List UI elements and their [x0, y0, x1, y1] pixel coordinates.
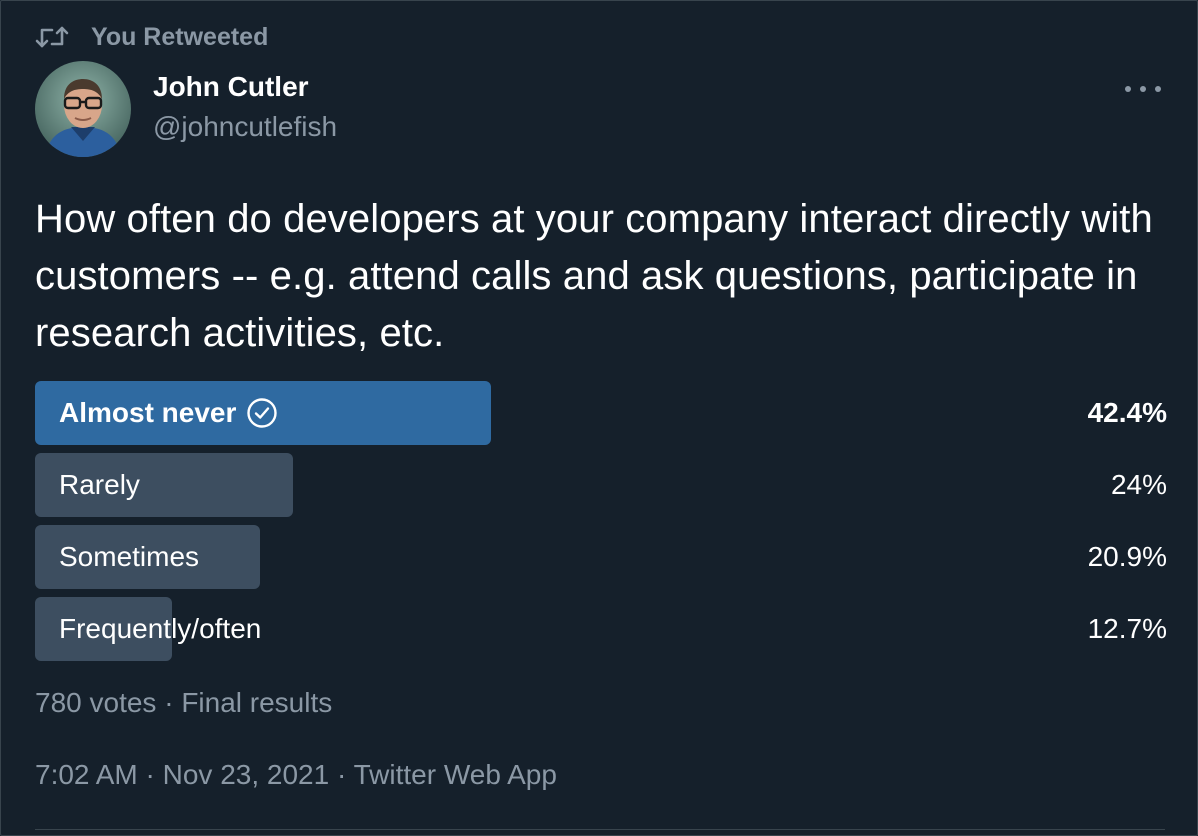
- poll-option-label: Rarely: [59, 469, 140, 500]
- poll-option: Frequently/often 12.7%: [35, 597, 1167, 661]
- poll-option-percent: 12.7%: [1087, 613, 1167, 644]
- poll-option-percent: 20.9%: [1087, 541, 1167, 572]
- more-horizontal-icon: [1125, 86, 1131, 92]
- separator: ·: [336, 759, 347, 790]
- author-info[interactable]: John Cutler @johncutlefish: [153, 67, 337, 147]
- tweet-date-link[interactable]: Nov 23, 2021: [163, 759, 330, 790]
- check-circle-icon: [246, 397, 278, 429]
- author-name[interactable]: John Cutler: [153, 67, 337, 107]
- poll-option: Sometimes 20.9%: [35, 525, 1167, 589]
- avatar[interactable]: [35, 61, 131, 157]
- more-options-button[interactable]: [1125, 79, 1161, 99]
- poll-option-label: Sometimes: [59, 541, 200, 572]
- tweet-text: How often do developers at your company …: [35, 197, 1153, 355]
- retweet-icon: [35, 23, 71, 51]
- separator: ·: [164, 687, 174, 718]
- poll-option-label: Almost never: [59, 381, 278, 445]
- author-handle[interactable]: @johncutlefish: [153, 107, 337, 147]
- tweet-timestamp: 7:02 AM · Nov 23, 2021 · Twitter Web App: [35, 759, 557, 791]
- poll-option-percent: 24%: [1110, 469, 1167, 500]
- poll-option-label: Frequently/often: [59, 613, 262, 644]
- poll-status: Final results: [181, 687, 333, 718]
- poll-option: Rarely 24%: [35, 453, 1167, 517]
- social-context[interactable]: You Retweeted: [35, 21, 268, 53]
- tweet-card: You Retweeted John Cutler @johncutlefish: [0, 0, 1198, 836]
- poll-option-percent: 42.4%: [1087, 397, 1167, 428]
- tweet-time-link[interactable]: 7:02 AM: [35, 759, 138, 790]
- separator: ·: [145, 759, 155, 790]
- poll: Almost never 42.4% Rarely 24% Sometimes: [35, 381, 1167, 669]
- tweet-source-link[interactable]: Twitter Web App: [354, 759, 557, 790]
- vote-count: 780 votes: [35, 687, 157, 718]
- poll-option: Almost never 42.4%: [35, 381, 1167, 445]
- divider: [35, 829, 1165, 830]
- poll-summary: 780 votes · Final results: [35, 687, 332, 719]
- social-context-label: You Retweeted: [91, 22, 269, 51]
